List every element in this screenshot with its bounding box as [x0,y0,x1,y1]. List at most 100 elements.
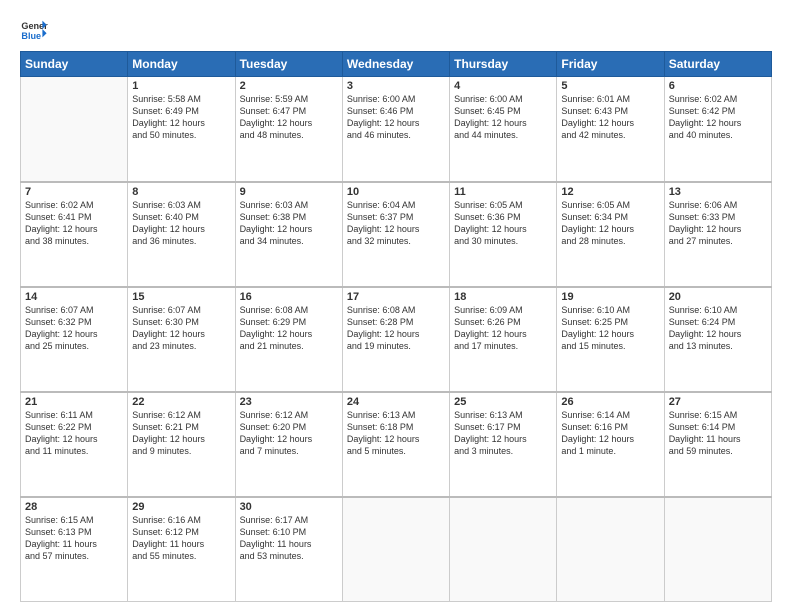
day-info: Sunrise: 6:00 AM Sunset: 6:46 PM Dayligh… [347,93,445,142]
day-number: 23 [240,396,338,408]
calendar-cell: 10Sunrise: 6:04 AM Sunset: 6:37 PM Dayli… [342,182,449,287]
weekday-header: Tuesday [235,52,342,77]
day-number: 4 [454,80,552,92]
svg-text:Blue: Blue [21,31,41,41]
calendar-cell: 15Sunrise: 6:07 AM Sunset: 6:30 PM Dayli… [128,287,235,392]
day-info: Sunrise: 6:04 AM Sunset: 6:37 PM Dayligh… [347,199,445,248]
logo: General Blue [20,15,52,43]
day-info: Sunrise: 6:09 AM Sunset: 6:26 PM Dayligh… [454,304,552,353]
calendar-cell: 18Sunrise: 6:09 AM Sunset: 6:26 PM Dayli… [450,287,557,392]
day-number: 14 [25,291,123,303]
day-number: 24 [347,396,445,408]
day-number: 21 [25,396,123,408]
calendar-cell: 19Sunrise: 6:10 AM Sunset: 6:25 PM Dayli… [557,287,664,392]
weekday-header: Monday [128,52,235,77]
calendar-cell [342,497,449,602]
day-info: Sunrise: 6:14 AM Sunset: 6:16 PM Dayligh… [561,409,659,458]
calendar-cell: 12Sunrise: 6:05 AM Sunset: 6:34 PM Dayli… [557,182,664,287]
day-info: Sunrise: 6:07 AM Sunset: 6:32 PM Dayligh… [25,304,123,353]
calendar-cell: 13Sunrise: 6:06 AM Sunset: 6:33 PM Dayli… [664,182,771,287]
day-number: 15 [132,291,230,303]
calendar-cell [450,497,557,602]
day-number: 29 [132,501,230,513]
calendar-cell: 5Sunrise: 6:01 AM Sunset: 6:43 PM Daylig… [557,77,664,182]
day-number: 1 [132,80,230,92]
calendar: SundayMondayTuesdayWednesdayThursdayFrid… [20,51,772,602]
day-number: 11 [454,186,552,198]
calendar-cell: 20Sunrise: 6:10 AM Sunset: 6:24 PM Dayli… [664,287,771,392]
day-info: Sunrise: 6:02 AM Sunset: 6:42 PM Dayligh… [669,93,767,142]
day-number: 13 [669,186,767,198]
calendar-cell: 14Sunrise: 6:07 AM Sunset: 6:32 PM Dayli… [21,287,128,392]
calendar-cell: 26Sunrise: 6:14 AM Sunset: 6:16 PM Dayli… [557,392,664,497]
calendar-cell: 17Sunrise: 6:08 AM Sunset: 6:28 PM Dayli… [342,287,449,392]
calendar-cell: 29Sunrise: 6:16 AM Sunset: 6:12 PM Dayli… [128,497,235,602]
day-info: Sunrise: 6:05 AM Sunset: 6:34 PM Dayligh… [561,199,659,248]
weekday-header: Wednesday [342,52,449,77]
calendar-cell: 7Sunrise: 6:02 AM Sunset: 6:41 PM Daylig… [21,182,128,287]
day-info: Sunrise: 6:08 AM Sunset: 6:28 PM Dayligh… [347,304,445,353]
day-number: 18 [454,291,552,303]
day-info: Sunrise: 5:58 AM Sunset: 6:49 PM Dayligh… [132,93,230,142]
calendar-cell: 23Sunrise: 6:12 AM Sunset: 6:20 PM Dayli… [235,392,342,497]
calendar-cell: 16Sunrise: 6:08 AM Sunset: 6:29 PM Dayli… [235,287,342,392]
day-info: Sunrise: 6:11 AM Sunset: 6:22 PM Dayligh… [25,409,123,458]
day-number: 26 [561,396,659,408]
weekday-header: Sunday [21,52,128,77]
day-number: 27 [669,396,767,408]
day-number: 6 [669,80,767,92]
calendar-cell: 6Sunrise: 6:02 AM Sunset: 6:42 PM Daylig… [664,77,771,182]
calendar-cell: 22Sunrise: 6:12 AM Sunset: 6:21 PM Dayli… [128,392,235,497]
calendar-cell: 4Sunrise: 6:00 AM Sunset: 6:45 PM Daylig… [450,77,557,182]
day-info: Sunrise: 6:16 AM Sunset: 6:12 PM Dayligh… [132,514,230,563]
page-header: General Blue [20,15,772,43]
day-info: Sunrise: 6:13 AM Sunset: 6:17 PM Dayligh… [454,409,552,458]
weekday-header: Thursday [450,52,557,77]
day-info: Sunrise: 6:13 AM Sunset: 6:18 PM Dayligh… [347,409,445,458]
day-info: Sunrise: 6:15 AM Sunset: 6:14 PM Dayligh… [669,409,767,458]
weekday-header: Saturday [664,52,771,77]
day-info: Sunrise: 6:05 AM Sunset: 6:36 PM Dayligh… [454,199,552,248]
day-number: 3 [347,80,445,92]
calendar-cell: 30Sunrise: 6:17 AM Sunset: 6:10 PM Dayli… [235,497,342,602]
day-info: Sunrise: 6:02 AM Sunset: 6:41 PM Dayligh… [25,199,123,248]
day-info: Sunrise: 6:10 AM Sunset: 6:24 PM Dayligh… [669,304,767,353]
calendar-cell: 11Sunrise: 6:05 AM Sunset: 6:36 PM Dayli… [450,182,557,287]
day-number: 2 [240,80,338,92]
calendar-cell: 25Sunrise: 6:13 AM Sunset: 6:17 PM Dayli… [450,392,557,497]
day-number: 9 [240,186,338,198]
calendar-cell: 1Sunrise: 5:58 AM Sunset: 6:49 PM Daylig… [128,77,235,182]
day-number: 8 [132,186,230,198]
calendar-cell [557,497,664,602]
day-info: Sunrise: 6:12 AM Sunset: 6:20 PM Dayligh… [240,409,338,458]
day-info: Sunrise: 6:07 AM Sunset: 6:30 PM Dayligh… [132,304,230,353]
day-number: 12 [561,186,659,198]
day-info: Sunrise: 6:03 AM Sunset: 6:38 PM Dayligh… [240,199,338,248]
day-number: 20 [669,291,767,303]
day-number: 30 [240,501,338,513]
day-info: Sunrise: 6:10 AM Sunset: 6:25 PM Dayligh… [561,304,659,353]
day-info: Sunrise: 6:03 AM Sunset: 6:40 PM Dayligh… [132,199,230,248]
day-info: Sunrise: 6:00 AM Sunset: 6:45 PM Dayligh… [454,93,552,142]
calendar-cell: 21Sunrise: 6:11 AM Sunset: 6:22 PM Dayli… [21,392,128,497]
calendar-cell: 9Sunrise: 6:03 AM Sunset: 6:38 PM Daylig… [235,182,342,287]
day-number: 19 [561,291,659,303]
day-number: 7 [25,186,123,198]
calendar-cell: 28Sunrise: 6:15 AM Sunset: 6:13 PM Dayli… [21,497,128,602]
day-number: 28 [25,501,123,513]
calendar-cell [664,497,771,602]
calendar-cell: 27Sunrise: 6:15 AM Sunset: 6:14 PM Dayli… [664,392,771,497]
day-number: 17 [347,291,445,303]
calendar-cell: 8Sunrise: 6:03 AM Sunset: 6:40 PM Daylig… [128,182,235,287]
day-number: 25 [454,396,552,408]
calendar-cell: 3Sunrise: 6:00 AM Sunset: 6:46 PM Daylig… [342,77,449,182]
day-number: 5 [561,80,659,92]
weekday-header: Friday [557,52,664,77]
logo-icon: General Blue [20,15,48,43]
calendar-cell [21,77,128,182]
day-info: Sunrise: 6:01 AM Sunset: 6:43 PM Dayligh… [561,93,659,142]
calendar-cell: 24Sunrise: 6:13 AM Sunset: 6:18 PM Dayli… [342,392,449,497]
day-info: Sunrise: 6:08 AM Sunset: 6:29 PM Dayligh… [240,304,338,353]
day-info: Sunrise: 5:59 AM Sunset: 6:47 PM Dayligh… [240,93,338,142]
calendar-cell: 2Sunrise: 5:59 AM Sunset: 6:47 PM Daylig… [235,77,342,182]
